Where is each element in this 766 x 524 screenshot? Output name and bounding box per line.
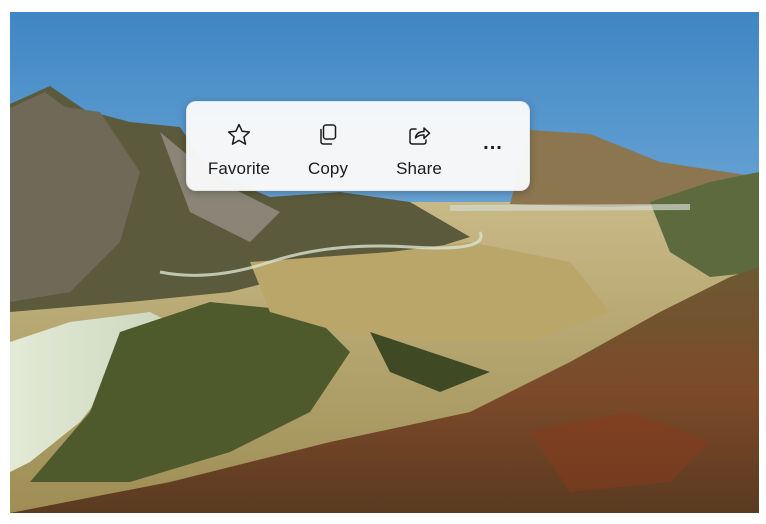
favorite-label: Favorite	[207, 159, 271, 178]
more-options-icon: ...	[483, 132, 503, 154]
copy-icon	[315, 122, 341, 148]
copy-label: Copy	[307, 159, 349, 178]
copy-button[interactable]: Copy	[288, 102, 368, 192]
share-icon	[406, 122, 432, 148]
share-label: Share	[396, 159, 442, 178]
star-outline-icon	[226, 122, 252, 148]
favorite-button[interactable]: Favorite	[199, 102, 279, 192]
image-action-toolbar: Favorite Copy Share ...	[186, 101, 530, 191]
share-button[interactable]: Share	[379, 102, 459, 192]
more-options-button[interactable]: ...	[471, 128, 515, 168]
landscape-photo	[10, 12, 759, 513]
